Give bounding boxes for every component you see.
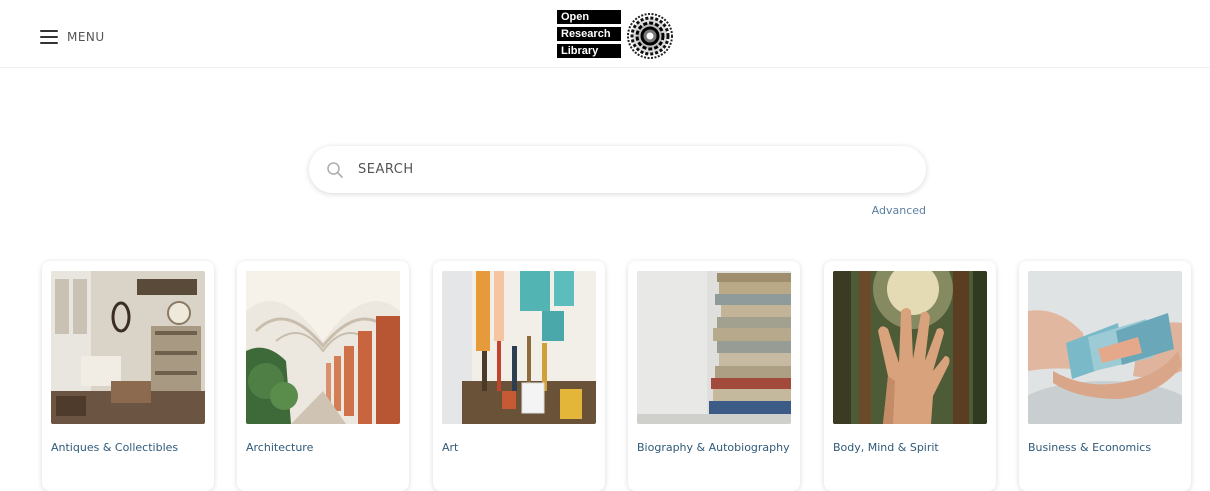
search-bar[interactable] <box>309 146 926 193</box>
spiral-logo-icon <box>627 12 673 59</box>
category-label: Architecture <box>246 441 314 454</box>
site-logo[interactable]: Open Research Library <box>557 10 673 61</box>
hand-photo <box>833 271 987 424</box>
art-photo <box>442 271 596 424</box>
books-photo <box>637 271 791 424</box>
category-card-body-mind-spirit[interactable]: Body, Mind & Spirit <box>824 261 996 491</box>
menu-label: MENU <box>67 30 105 44</box>
search-icon <box>327 161 343 178</box>
antiques-photo <box>51 271 205 424</box>
category-label: Biography & Autobiography <box>637 441 790 454</box>
logo-word: Open <box>557 10 621 24</box>
hamburger-icon <box>40 30 58 44</box>
money-photo <box>1028 271 1182 424</box>
logo-word: Research <box>557 27 621 41</box>
category-card-art[interactable]: Art <box>433 261 605 491</box>
category-card-architecture[interactable]: Architecture <box>237 261 409 491</box>
search-input[interactable] <box>356 161 860 178</box>
logo-wordmark: Open Research Library <box>557 10 621 61</box>
logo-word: Library <box>557 44 621 58</box>
menu-button[interactable]: MENU <box>40 30 105 44</box>
category-label: Body, Mind & Spirit <box>833 441 939 454</box>
category-label: Business & Economics <box>1028 441 1152 454</box>
category-card-biography[interactable]: Biography & Autobiography <box>628 261 800 491</box>
advanced-search-link[interactable]: Advanced <box>850 204 926 217</box>
category-label: Art <box>442 441 459 454</box>
architecture-photo <box>246 271 400 424</box>
category-card-antiques[interactable]: Antiques & Collectibles <box>42 261 214 491</box>
category-card-business-economics[interactable]: Business & Economics <box>1019 261 1191 491</box>
category-label: Antiques & Collectibles <box>51 441 179 454</box>
site-header: MENU Open Research Library <box>0 0 1210 68</box>
